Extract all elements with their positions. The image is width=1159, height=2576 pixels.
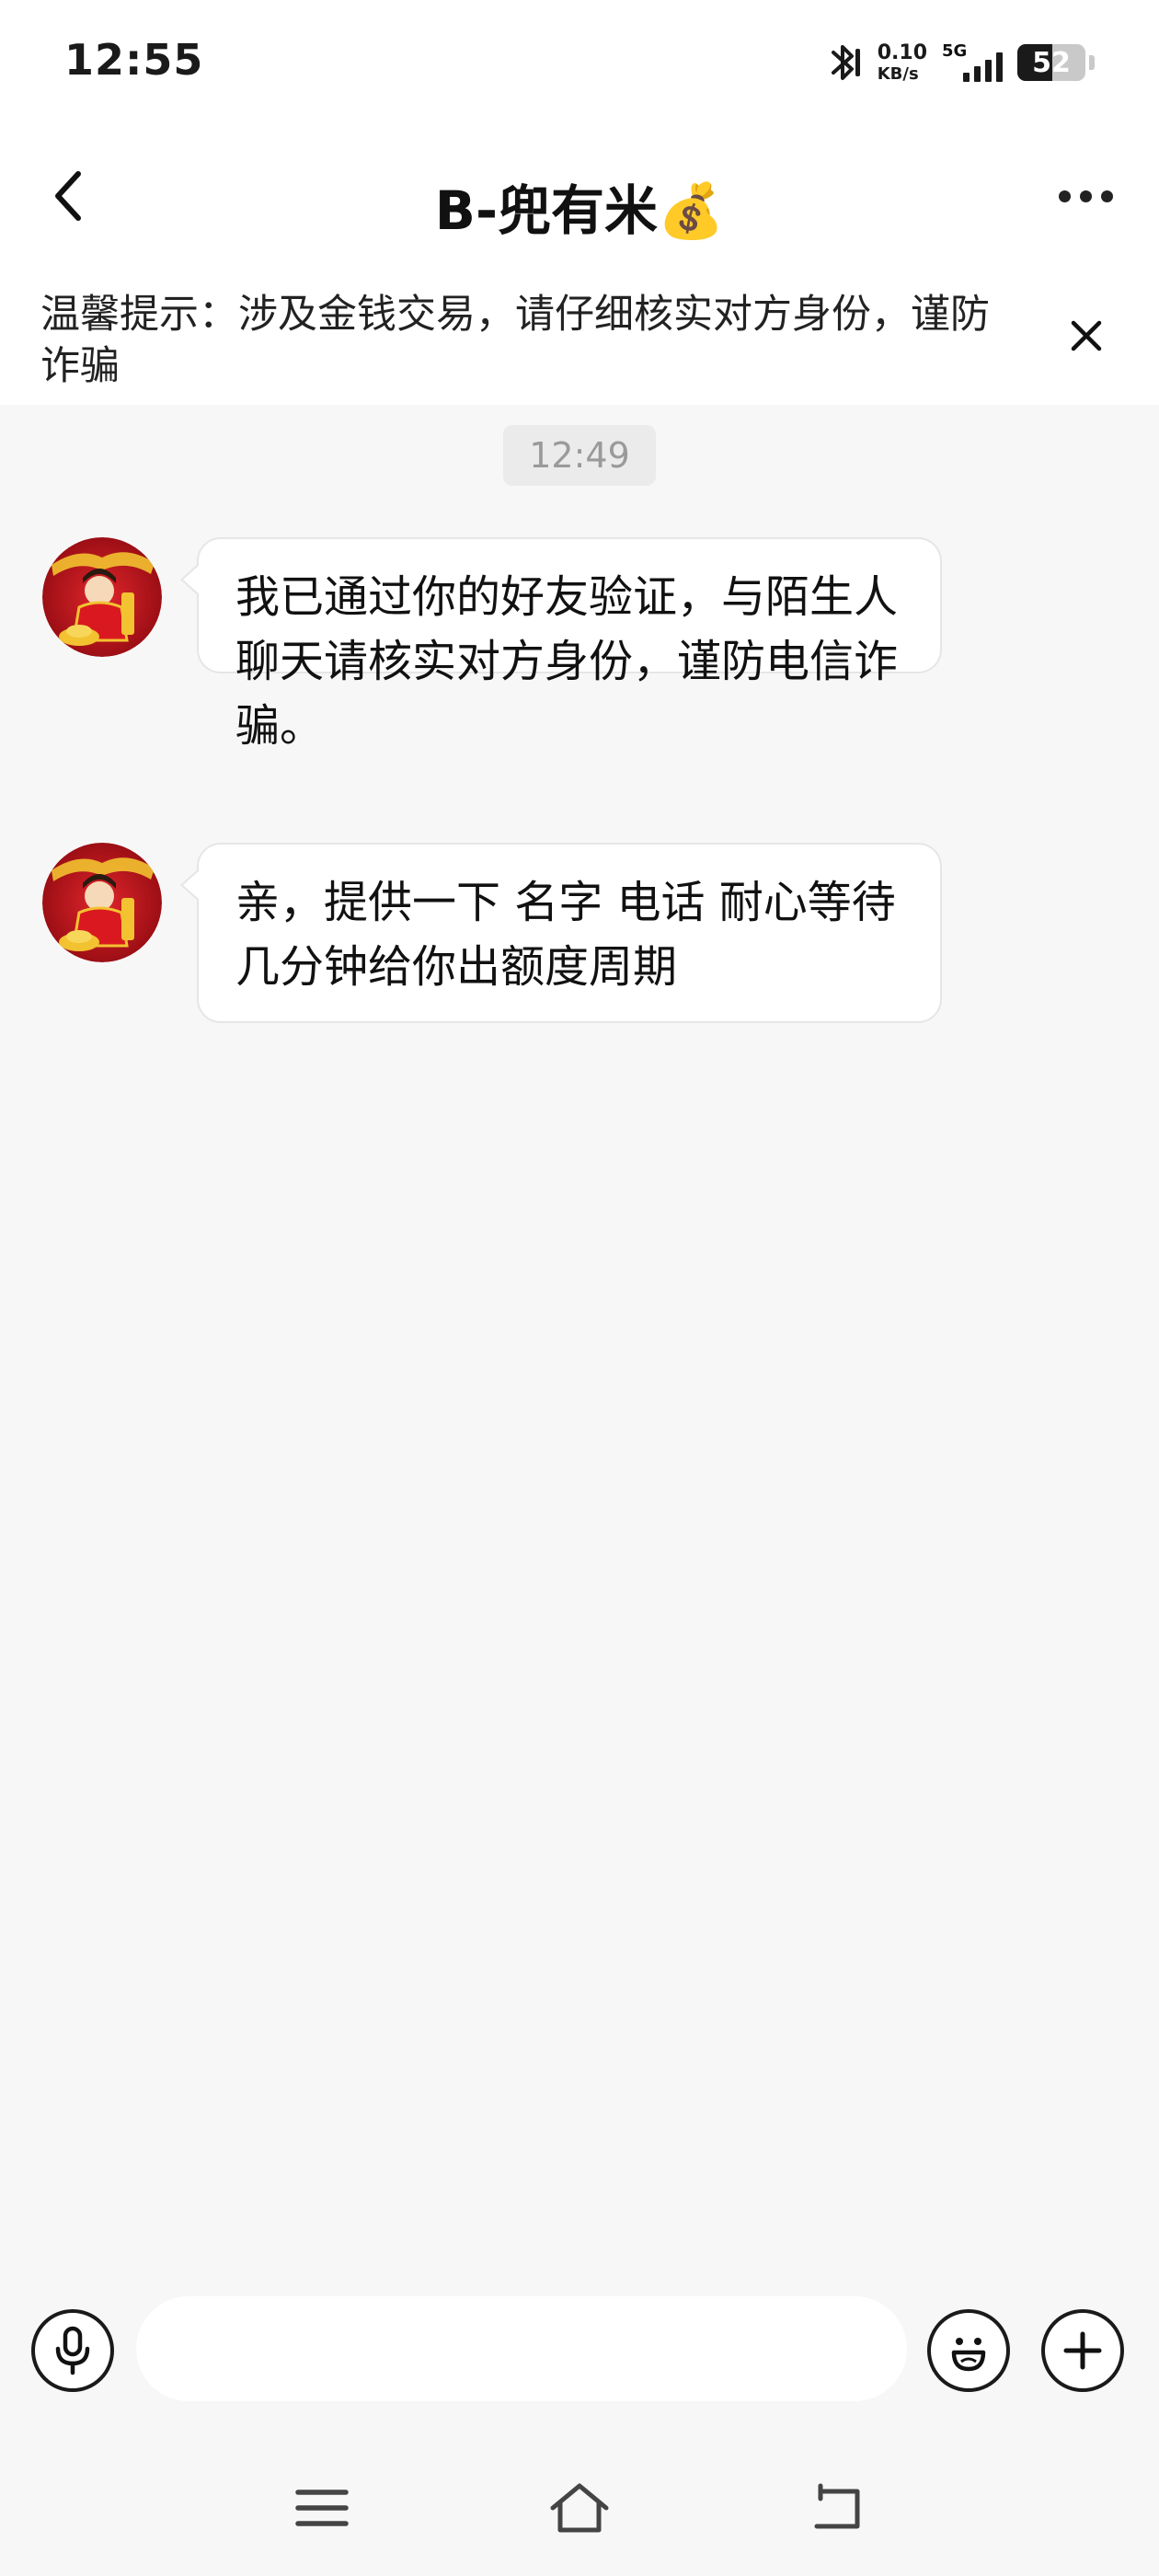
battery-level: 52 [1032,46,1071,79]
network-speed: 0.10 KB/s [877,40,927,84]
more-options-button[interactable] [1039,164,1131,228]
message-timestamp: 12:49 [503,425,656,486]
input-bar [0,2258,1159,2438]
close-icon [1071,320,1102,351]
message-list[interactable]: 12:49 我已通过你的好友验证，与陌生人聊天请核实对方身份，谨防电信诈骗。 亲… [0,405,1159,2258]
system-nav-bar [0,2438,1159,2576]
avatar[interactable] [42,537,162,657]
caishen-avatar-image [42,843,162,962]
voice-input-button[interactable] [31,2309,114,2392]
caishen-avatar-image [42,537,162,657]
chat-screen: 12:55 0.10 KB/s 5G 52 B-兜有米💰 温馨提示：涉及金钱交易… [0,0,1159,2576]
bluetooth-icon [831,45,860,80]
network-speed-unit: KB/s [877,63,919,84]
chat-header: B-兜有米💰 [0,129,1159,267]
avatar[interactable] [42,843,162,962]
recent-apps-button[interactable] [281,2471,363,2545]
status-bar: 12:55 0.10 KB/s 5G 52 [0,0,1159,129]
network-speed-value: 0.10 [877,40,927,64]
message-bubble[interactable]: 亲，提供一下 名字 电话 耐心等待几分钟给你出额度周期 [180,843,942,1023]
emoji-button[interactable] [927,2309,1010,2392]
home-icon [550,2483,609,2533]
microphone-icon [55,2326,90,2375]
fraud-warning-notice: 温馨提示：涉及金钱交易，请仔细核实对方身份，谨防诈骗 [0,267,1159,405]
chat-title: B-兜有米💰 [434,179,725,242]
more-actions-button[interactable] [1041,2309,1124,2392]
more-dots-icon [1058,190,1071,202]
status-time: 12:55 [64,35,204,85]
message-input[interactable] [136,2296,907,2401]
status-indicators: 0.10 KB/s 5G 52 [826,35,1095,90]
back-nav-button[interactable] [796,2471,878,2545]
message-bubble[interactable]: 我已通过你的好友验证，与陌生人聊天请核实对方身份，谨防电信诈骗。 [180,537,942,752]
home-button[interactable] [538,2471,621,2545]
back-icon [814,2483,860,2529]
plus-icon [1063,2331,1102,2370]
battery-icon: 52 [1017,44,1085,81]
battery-tip [1089,55,1095,70]
notice-close-button[interactable] [1054,304,1119,368]
signal-icon: 5G [942,40,1003,86]
menu-icon [295,2490,349,2526]
emoji-icon [951,2338,986,2372]
notice-text: 温馨提示：涉及金钱交易，请仔细核实对方身份，谨防诈骗 [40,292,990,389]
